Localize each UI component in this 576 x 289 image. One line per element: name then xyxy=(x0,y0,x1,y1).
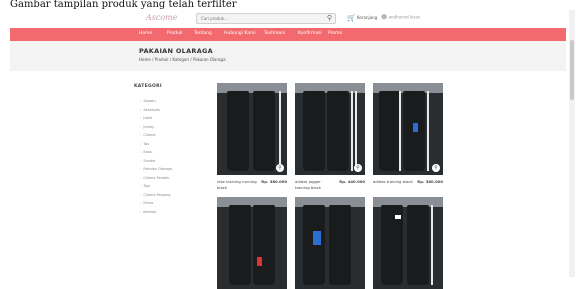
product-name[interactable]: adidas training black xyxy=(373,179,413,185)
category-item[interactable]: Pakaian Olaraga xyxy=(140,167,171,176)
figure-caption: Gambar tampilan produk yang telah terfil… xyxy=(0,0,576,10)
product-name[interactable]: adidas jogger training black xyxy=(295,179,335,191)
category-item[interactable]: Aksesoris xyxy=(140,108,172,117)
site-header: Ascome ⚲ 🛒 Keranjang ☻ andhannd kisso xyxy=(0,10,576,28)
page-title: PAKAIAN OLARAGA xyxy=(139,47,214,55)
product-price: Rp. 380.000 xyxy=(261,179,287,184)
cart-label: Keranjang xyxy=(357,15,378,20)
search-box[interactable]: ⚲ xyxy=(196,13,336,24)
category-item[interactable]: Kemeja xyxy=(140,210,172,219)
site-logo[interactable]: Ascome xyxy=(146,13,178,22)
user-link[interactable]: ☻ andhannd kisso xyxy=(381,14,420,21)
category-item[interactable]: Jaket xyxy=(140,116,172,125)
nav-item-testimoni[interactable]: Testimoni xyxy=(264,31,285,36)
nav-item-produk[interactable]: Produk xyxy=(167,31,182,36)
cart-icon: 🛒 xyxy=(347,14,356,22)
category-item[interactable]: Dress xyxy=(140,201,172,210)
breadcrumb[interactable]: Home / Produk / Kategori / Pakaian Olara… xyxy=(139,57,226,62)
page-scrollbar[interactable] xyxy=(569,10,575,277)
category-heading: KATEGORI xyxy=(134,84,162,89)
category-sidebar: KATEGORI Sepatu Aksesoris Jaket Jersey C… xyxy=(134,84,204,214)
user-icon: ☻ xyxy=(381,14,388,21)
category-item[interactable]: Topi xyxy=(140,184,172,193)
category-item[interactable]: Sandal xyxy=(140,159,172,168)
product-price: Rp. 380.000 xyxy=(417,179,443,184)
category-item[interactable]: Tas xyxy=(140,142,172,151)
nav-item-konfirmasi[interactable]: Konfirmasi xyxy=(298,31,322,36)
nav-item-promo[interactable]: Promo xyxy=(328,31,342,36)
page-banner: PAKAIAN OLARAGA Home / Produk / Kategori… xyxy=(10,41,566,71)
main-nav: Home Produk Tentang Hubungi Kami Testimo… xyxy=(10,28,566,41)
search-input[interactable] xyxy=(201,14,319,23)
zoom-icon[interactable]: ⚲ xyxy=(432,164,440,172)
product-name[interactable]: nike training running black xyxy=(217,179,257,191)
zoom-icon[interactable]: ⚲ xyxy=(276,164,284,172)
zoom-icon[interactable]: ⚲ xyxy=(354,164,362,172)
category-item[interactable]: Celana Pendek xyxy=(140,176,172,185)
scrollbar-thumb[interactable] xyxy=(570,40,574,100)
product-image[interactable] xyxy=(217,197,287,289)
product-image[interactable] xyxy=(295,197,365,289)
nav-item-tentang[interactable]: Tentang xyxy=(194,31,212,36)
nav-item-hubungi[interactable]: Hubungi Kami xyxy=(224,31,256,36)
category-item[interactable]: Jersey xyxy=(140,125,172,134)
product-image[interactable]: ⚲ xyxy=(373,83,443,175)
nav-item-home[interactable]: Home xyxy=(139,31,152,36)
category-item[interactable]: Kaos xyxy=(140,150,172,159)
category-item[interactable]: Sepatu xyxy=(140,99,172,108)
product-image[interactable]: ⚲ xyxy=(217,83,287,175)
category-item[interactable]: Celana xyxy=(140,133,172,142)
search-icon[interactable]: ⚲ xyxy=(327,14,332,23)
user-label: andhannd kisso xyxy=(388,14,420,20)
cart-link[interactable]: 🛒 Keranjang xyxy=(347,14,377,22)
product-image[interactable] xyxy=(373,197,443,289)
category-list: Sepatu Aksesoris Jaket Jersey Celana Tas… xyxy=(140,99,172,219)
product-price: Rp. 440.000 xyxy=(339,179,365,184)
product-image[interactable]: ⚲ xyxy=(295,83,365,175)
category-item[interactable]: Celana Panjang xyxy=(140,193,172,202)
